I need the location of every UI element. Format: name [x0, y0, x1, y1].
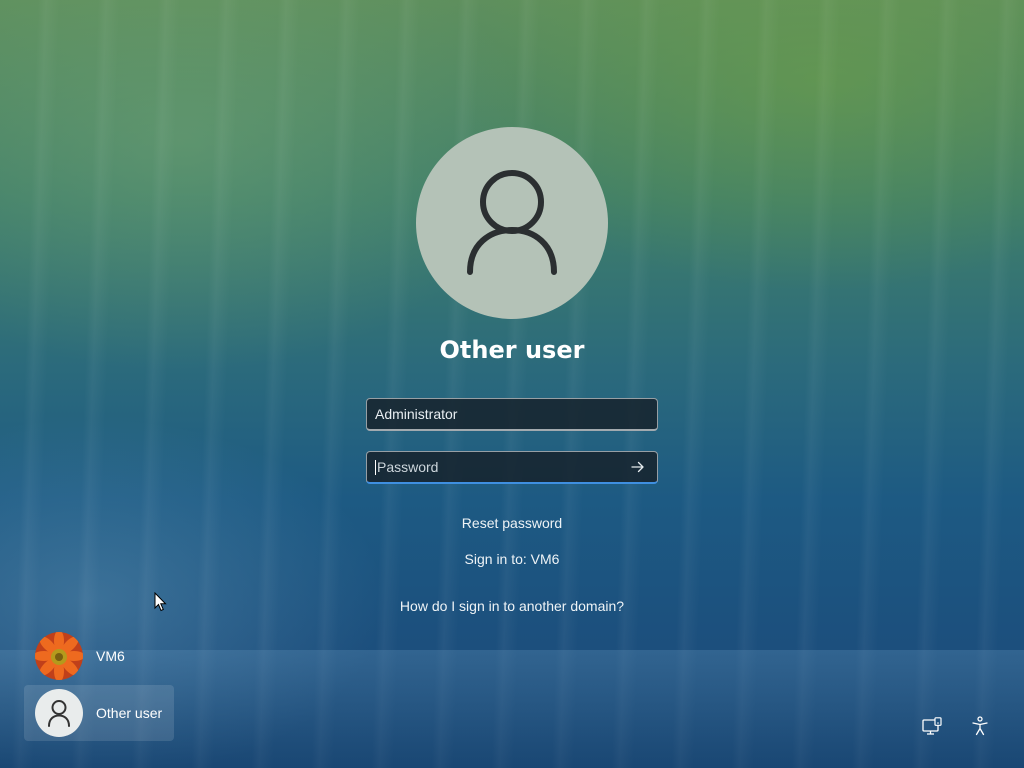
user-tile-label: VM6	[96, 648, 125, 664]
selected-user-name: Other user	[439, 336, 585, 364]
submit-button[interactable]	[623, 452, 653, 482]
mouse-cursor-icon	[154, 592, 167, 612]
person-icon	[467, 170, 557, 275]
sign-in-to-label: Sign in to: VM6	[464, 551, 560, 567]
person-icon	[48, 700, 70, 727]
flower-icon	[35, 632, 83, 680]
reset-password-link[interactable]: Reset password	[312, 515, 712, 531]
user-tile-vm6[interactable]: VM6	[24, 628, 174, 684]
network-icon	[922, 717, 942, 735]
username-field[interactable]	[366, 398, 658, 431]
password-field[interactable]	[366, 451, 658, 484]
arrow-right-icon	[631, 461, 644, 473]
username-input[interactable]	[367, 406, 657, 422]
user-tile-label: Other user	[96, 705, 163, 721]
other-domain-help-link[interactable]: How do I sign in to another domain?	[312, 598, 712, 614]
network-button[interactable]	[920, 714, 944, 738]
user-avatar	[416, 127, 608, 319]
user-tile-other-user[interactable]: Other user	[24, 685, 174, 741]
password-input[interactable]	[369, 459, 623, 475]
accessibility-button[interactable]	[968, 714, 992, 738]
flower-avatar	[35, 632, 83, 680]
person-avatar	[35, 689, 83, 737]
accessibility-icon	[972, 716, 988, 736]
